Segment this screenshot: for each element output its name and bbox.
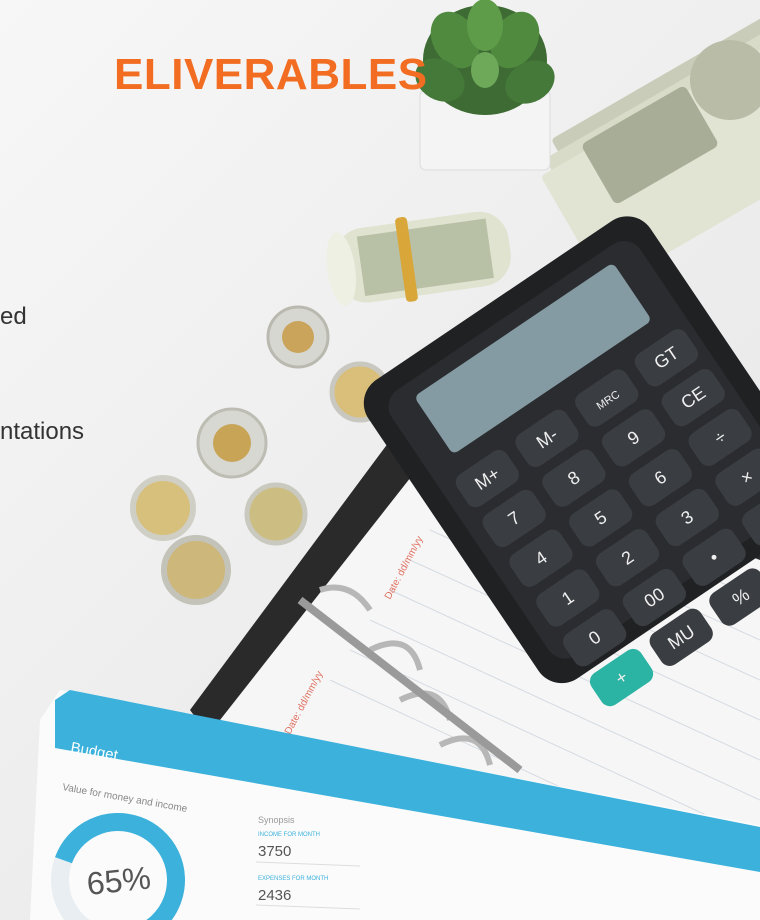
desk-photo: Date: dd/mm/yy Date: dd/mm/yy M+M-MRCGT7… — [30, 0, 760, 920]
slide-title: ELIVERABLES — [114, 50, 428, 99]
succulent-plant — [415, 0, 555, 171]
bullet-text-1: ed — [0, 303, 27, 330]
rolled-banknote — [326, 211, 511, 306]
bullet-text-2: ntations — [0, 418, 85, 445]
income-label: INCOME FOR MONTH — [258, 832, 320, 838]
synopsis-label: Synopsis — [258, 815, 295, 825]
slide: Date: dd/mm/yy Date: dd/mm/yy M+ M- MRC GT 7… — [0, 0, 760, 920]
expense-label: EXPENSES FOR MONTH — [258, 876, 328, 882]
donut-percent: 65% — [85, 859, 152, 901]
income-value: 3750 — [258, 843, 291, 860]
expense-value: 2436 — [258, 887, 291, 904]
